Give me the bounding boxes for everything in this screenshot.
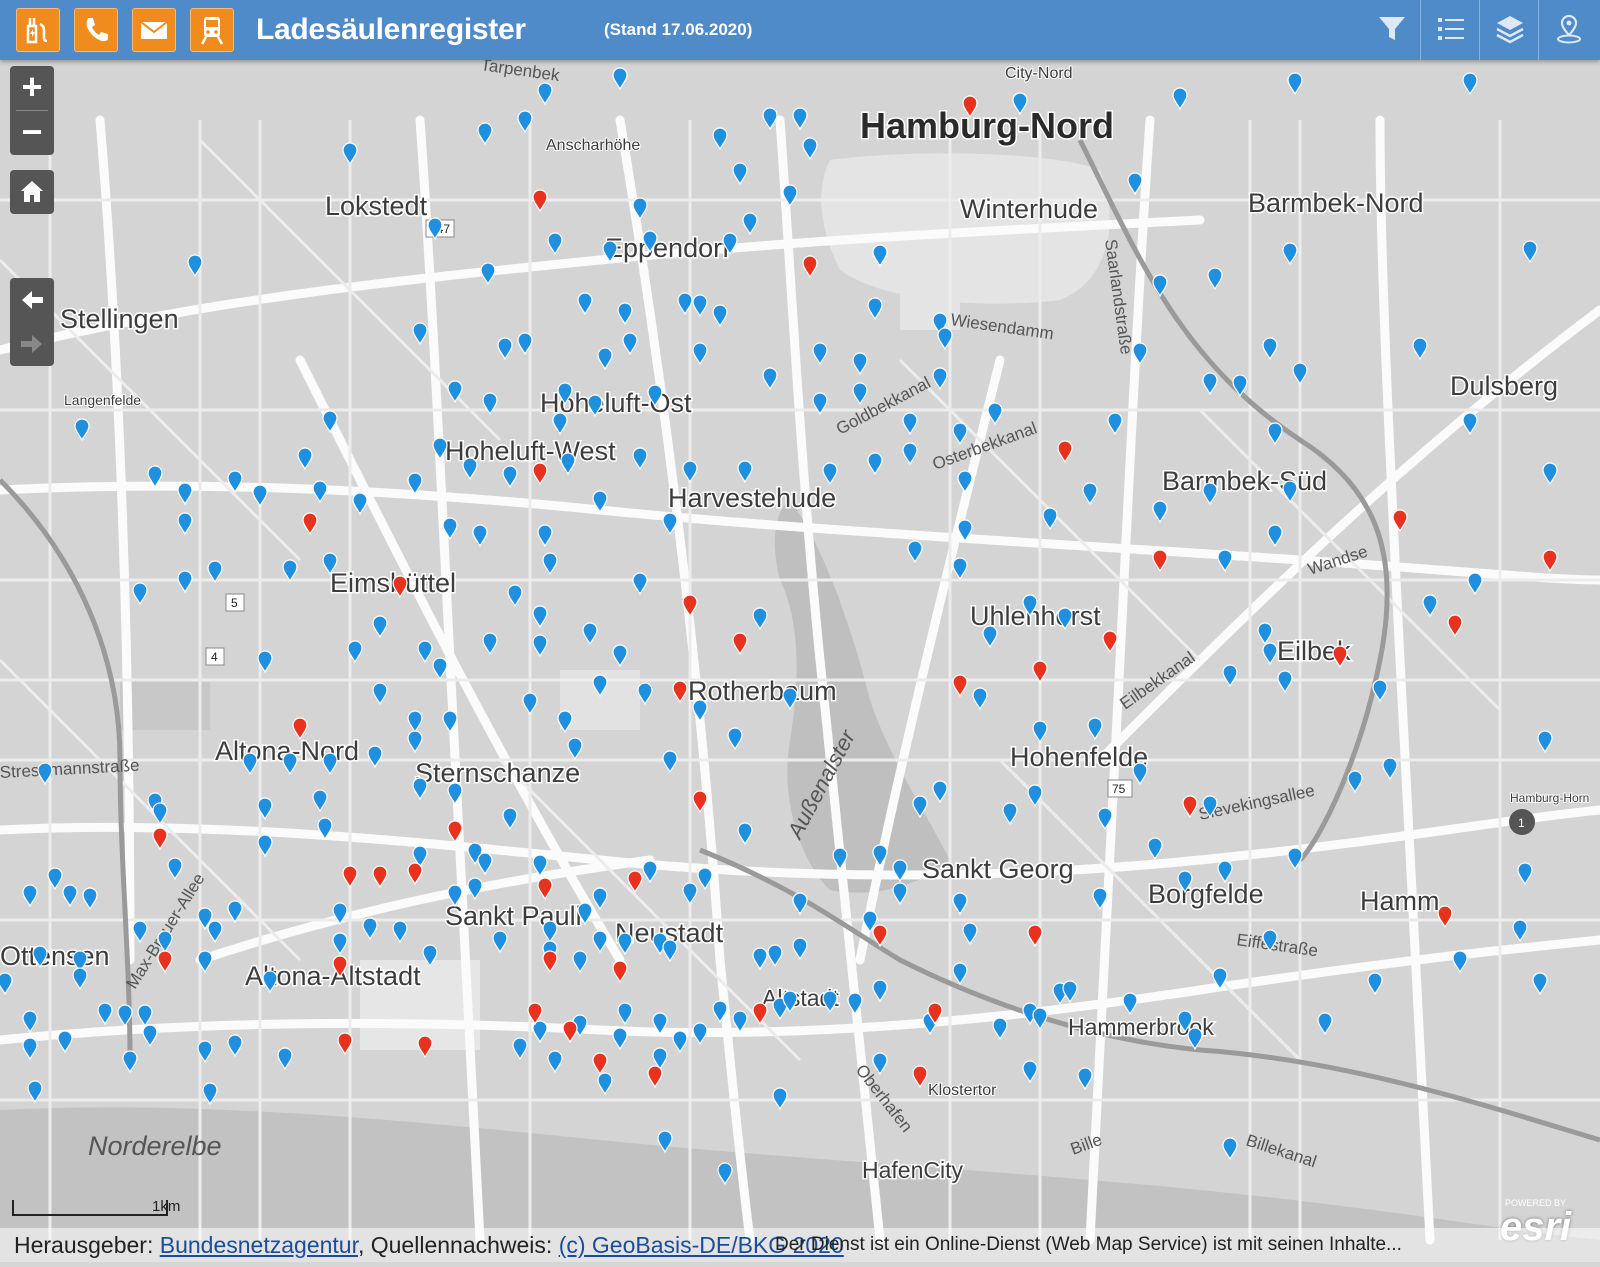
label-district: HafenCity [862,1157,963,1183]
attribution-prefix: Herausgeber: [14,1232,160,1258]
app-header: Ladesäulenregister (Stand 17.06.2020) [0,0,1600,60]
previous-extent-button[interactable] [10,278,54,322]
phone-icon[interactable] [74,8,118,52]
label-district: Barmbek-Nord [1248,188,1424,218]
rail-yard [120,680,210,730]
label-district: Dulsberg [1450,371,1558,401]
next-extent-button[interactable] [10,322,54,366]
attribution-overlay: Der Dienst ist ein Online-Dienst (Web Ma… [775,1234,1402,1255]
arrow-right-icon [21,335,42,353]
label-district: Harvestehude [668,483,836,513]
road-number: 5 [231,596,238,610]
label-water: Norderelbe [88,1131,222,1161]
list-icon[interactable] [1421,0,1479,60]
label-district: Ottensen [0,941,110,971]
zoom-in-button[interactable]: + [10,66,54,110]
label-district: Sankt Georg [922,854,1074,884]
label-district: Barmbek-Süd [1162,466,1327,496]
zoom-control: + − [10,66,54,155]
publisher-link[interactable]: Bundesnetzagentur [160,1232,358,1258]
layers-icon[interactable] [1480,0,1538,60]
label-district: Winterhude [960,194,1098,224]
road-number: 1 [1518,816,1525,830]
app-title: Ladesäulenregister [256,13,526,46]
home-icon [21,181,43,202]
zoom-out-button[interactable]: − [10,111,54,155]
scale-label: 1km [152,1198,181,1215]
label-district: Hohenfelde [1010,742,1148,772]
mail-icon[interactable] [132,8,176,52]
label-district: Lokstedt [325,191,428,221]
road-number: 75 [1112,782,1126,796]
label-hamburg-nord: Hamburg-Nord [860,105,1114,146]
map-view[interactable]: Hamburg-Nord Lokstedt Eppendorf Winterhu… [0,55,1600,1262]
attribution-middle: , Quellennachweis: [357,1232,559,1258]
label-district: Hamm [1360,886,1440,916]
label-district: Borgfelde [1148,879,1264,909]
charging-station-icon[interactable] [16,8,60,52]
label-district: Eppendorf [605,233,730,263]
label-district: Stellingen [60,304,179,334]
locate-icon[interactable] [1539,0,1597,60]
label-small: Anscharhöhe [546,137,640,154]
label-district: Sankt Pauli [445,901,582,931]
arrow-left-icon [22,291,43,309]
stand-date: (Stand 17.06.2020) [604,20,753,39]
filter-icon[interactable] [1362,0,1420,60]
label-small: City-Nord [1005,65,1073,82]
road-number: 4 [211,650,218,664]
label-district: Rotherbaum [688,676,837,706]
label-small: Klostertor [928,1082,997,1099]
train-icon[interactable] [190,8,234,52]
scale-bar [12,1200,168,1216]
attribution-bar: Herausgeber: Bundesnetzagentur, Quellenn… [0,1228,1600,1262]
label-small: Hamburg-Horn [1510,791,1589,805]
attribution-text: Herausgeber: Bundesnetzagentur, Quellenn… [14,1228,844,1262]
home-button[interactable] [10,170,54,214]
label-small: Langenfelde [64,392,141,408]
label-district: Sternschanze [415,758,580,788]
basemap[interactable]: Hamburg-Nord Lokstedt Eppendorf Winterhu… [0,55,1600,1262]
